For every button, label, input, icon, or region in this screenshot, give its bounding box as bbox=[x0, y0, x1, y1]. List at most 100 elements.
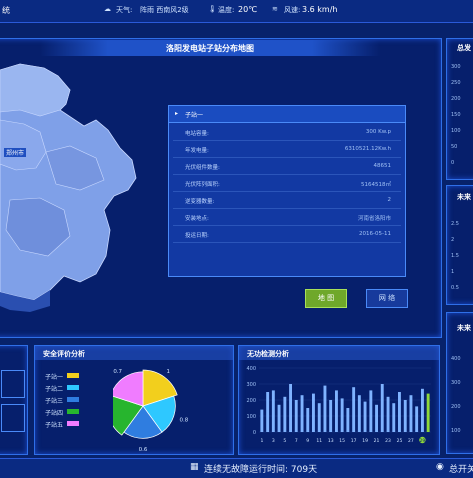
x-tick-label: 15 bbox=[339, 438, 345, 444]
x-tick-label: 27 bbox=[408, 438, 414, 444]
safety-panel-title: 安全评价分析 bbox=[43, 350, 85, 358]
forecast-panel-2: 未来 400 300 200 100 bbox=[446, 312, 473, 454]
weather-label: 天气: bbox=[116, 6, 133, 14]
bar[interactable] bbox=[335, 390, 338, 432]
pie-label: 0.7 bbox=[113, 369, 122, 375]
legend-item: 子站四 bbox=[45, 408, 79, 417]
bar[interactable] bbox=[398, 392, 401, 432]
wind-value: 3.6 km/h bbox=[302, 5, 338, 14]
pie-label: 0.6 bbox=[139, 447, 148, 452]
x-tick-label: 7 bbox=[295, 438, 298, 444]
reactive-panel: 无功检测分析 400 300 200 100 0 1 3 5 7 9 11 13 15 17 19 21 23 2… bbox=[238, 345, 440, 455]
bar[interactable] bbox=[312, 393, 315, 432]
station-info-card: ▸ 子站一 电站容量: 300 Kw.p 年发电量: 6310521.12Kw.h … bbox=[168, 105, 406, 277]
map-button[interactable]: 地 图 bbox=[305, 289, 347, 308]
total-generation-title: 总发 bbox=[457, 44, 471, 52]
x-tick-label: 25 bbox=[397, 438, 403, 444]
left-button-1[interactable] bbox=[1, 370, 25, 398]
bar[interactable] bbox=[294, 400, 298, 432]
bar[interactable] bbox=[306, 408, 310, 432]
safety-pie-chart[interactable]: 10.80.60.80.7 bbox=[113, 364, 231, 452]
wind-icon: ≋ bbox=[272, 5, 278, 13]
uptime-status: 连续无故障运行时间: 709天 bbox=[204, 465, 318, 475]
info-row: 光伏阵列面积: 5164518㎡ bbox=[173, 176, 401, 192]
map-title: 洛阳发电站子站分布地图 bbox=[166, 44, 254, 53]
x-tick-label: 9 bbox=[306, 438, 309, 444]
bar[interactable] bbox=[300, 395, 304, 432]
bar[interactable] bbox=[266, 392, 270, 432]
footer-right-label: 总开关 bbox=[449, 465, 473, 475]
forecast-title-2: 未来 bbox=[457, 324, 471, 332]
bar[interactable] bbox=[415, 406, 419, 432]
calendar-icon: ▦ bbox=[190, 462, 199, 472]
x-tick-label: 11 bbox=[316, 438, 322, 444]
info-card-header: ▸ 子站一 bbox=[169, 106, 405, 123]
y-tick-label: 0 bbox=[253, 430, 256, 436]
bar[interactable] bbox=[409, 395, 413, 432]
pie-label: 1 bbox=[167, 369, 171, 375]
bar[interactable] bbox=[357, 395, 361, 432]
bar[interactable] bbox=[403, 400, 407, 432]
y-axis-ticks: 300 250 200 150 100 50 0 bbox=[451, 64, 461, 166]
bar[interactable] bbox=[283, 396, 287, 432]
bar[interactable] bbox=[426, 393, 430, 432]
province-map[interactable]: 郑州市 bbox=[0, 60, 150, 330]
bullet-icon: ▸ bbox=[175, 110, 179, 117]
y-axis-ticks: 400 300 200 100 bbox=[451, 356, 461, 434]
bar[interactable] bbox=[277, 404, 281, 432]
reactive-bar-chart[interactable]: 40030020010001 3 5 7 9 11 13 15 17 19 21 23 25 27 29 bbox=[239, 362, 439, 452]
top-bar: 统 ☁ 天气: 阵雨 西南风2级 🌡 温度: 20℃ ≋ 风速: 3.6 km/… bbox=[0, 0, 473, 23]
app-title-fragment: 统 bbox=[2, 6, 10, 15]
y-tick-label: 200 bbox=[246, 398, 256, 404]
bar[interactable] bbox=[317, 403, 321, 432]
y-tick-label: 400 bbox=[246, 366, 256, 372]
x-tick-label: 29 bbox=[420, 438, 426, 444]
safety-panel: 安全评价分析 子站一 子站二 子站三 子站四 子站五 10.80.60.80.7 bbox=[34, 345, 234, 455]
weather-value: 阵雨 西南风2级 bbox=[140, 6, 189, 14]
network-button[interactable]: 网 络 bbox=[366, 289, 408, 308]
region-north[interactable] bbox=[0, 63, 71, 117]
x-tick-label: 5 bbox=[283, 438, 286, 444]
temp-label: 温度: bbox=[218, 6, 235, 14]
info-row: 年发电量: 6310521.12Kw.h bbox=[173, 142, 401, 158]
weather-icon: ☁ bbox=[104, 5, 111, 13]
legend-item: 子站三 bbox=[45, 396, 79, 405]
y-axis-ticks: 2.5 2 1.5 1 0.5 bbox=[451, 221, 459, 291]
bar[interactable] bbox=[375, 404, 378, 432]
thermometer-icon: 🌡 bbox=[208, 5, 217, 13]
wind-label: 风速: bbox=[284, 6, 301, 14]
left-button-2[interactable] bbox=[1, 404, 25, 432]
bar[interactable] bbox=[352, 387, 356, 432]
y-tick-label: 300 bbox=[246, 382, 256, 388]
x-tick-label: 3 bbox=[272, 438, 275, 444]
x-tick-label: 1 bbox=[260, 438, 263, 444]
legend-item: 子站二 bbox=[45, 384, 79, 393]
bar[interactable] bbox=[340, 398, 344, 432]
x-tick-label: 23 bbox=[385, 438, 391, 444]
x-tick-label: 21 bbox=[374, 438, 380, 444]
bar[interactable] bbox=[363, 401, 367, 432]
y-tick-label: 100 bbox=[246, 414, 256, 420]
total-generation-panel: 总发 300 250 200 150 100 50 0 bbox=[446, 38, 473, 180]
bar[interactable] bbox=[392, 403, 396, 432]
bar[interactable] bbox=[329, 400, 333, 432]
bar[interactable] bbox=[369, 390, 373, 432]
bar[interactable] bbox=[386, 396, 390, 432]
info-row: 投运日期: 2016-05-11 bbox=[173, 227, 401, 243]
bar[interactable] bbox=[260, 409, 264, 432]
city-label: 郑州市 bbox=[6, 149, 24, 157]
status-footer: ▦ 连续无故障运行时间: 709天 ◉ 总开关 bbox=[0, 458, 473, 478]
bar[interactable] bbox=[346, 408, 350, 432]
info-row: 光伏组件数量: 48651 bbox=[173, 159, 401, 175]
bar[interactable] bbox=[271, 390, 275, 432]
info-row: 逆变器数量: 2 bbox=[173, 193, 401, 209]
reactive-panel-title: 无功检测分析 bbox=[247, 350, 289, 358]
bar[interactable] bbox=[380, 384, 384, 432]
info-card-title: 子站一 bbox=[185, 112, 204, 119]
info-row: 安装地点: 河南省洛阳市 bbox=[173, 210, 401, 226]
left-cut-panel bbox=[0, 345, 28, 455]
bar[interactable] bbox=[323, 385, 327, 432]
bar[interactable] bbox=[289, 384, 292, 432]
bar[interactable] bbox=[421, 388, 424, 432]
legend-item: 子站一 bbox=[45, 372, 79, 381]
